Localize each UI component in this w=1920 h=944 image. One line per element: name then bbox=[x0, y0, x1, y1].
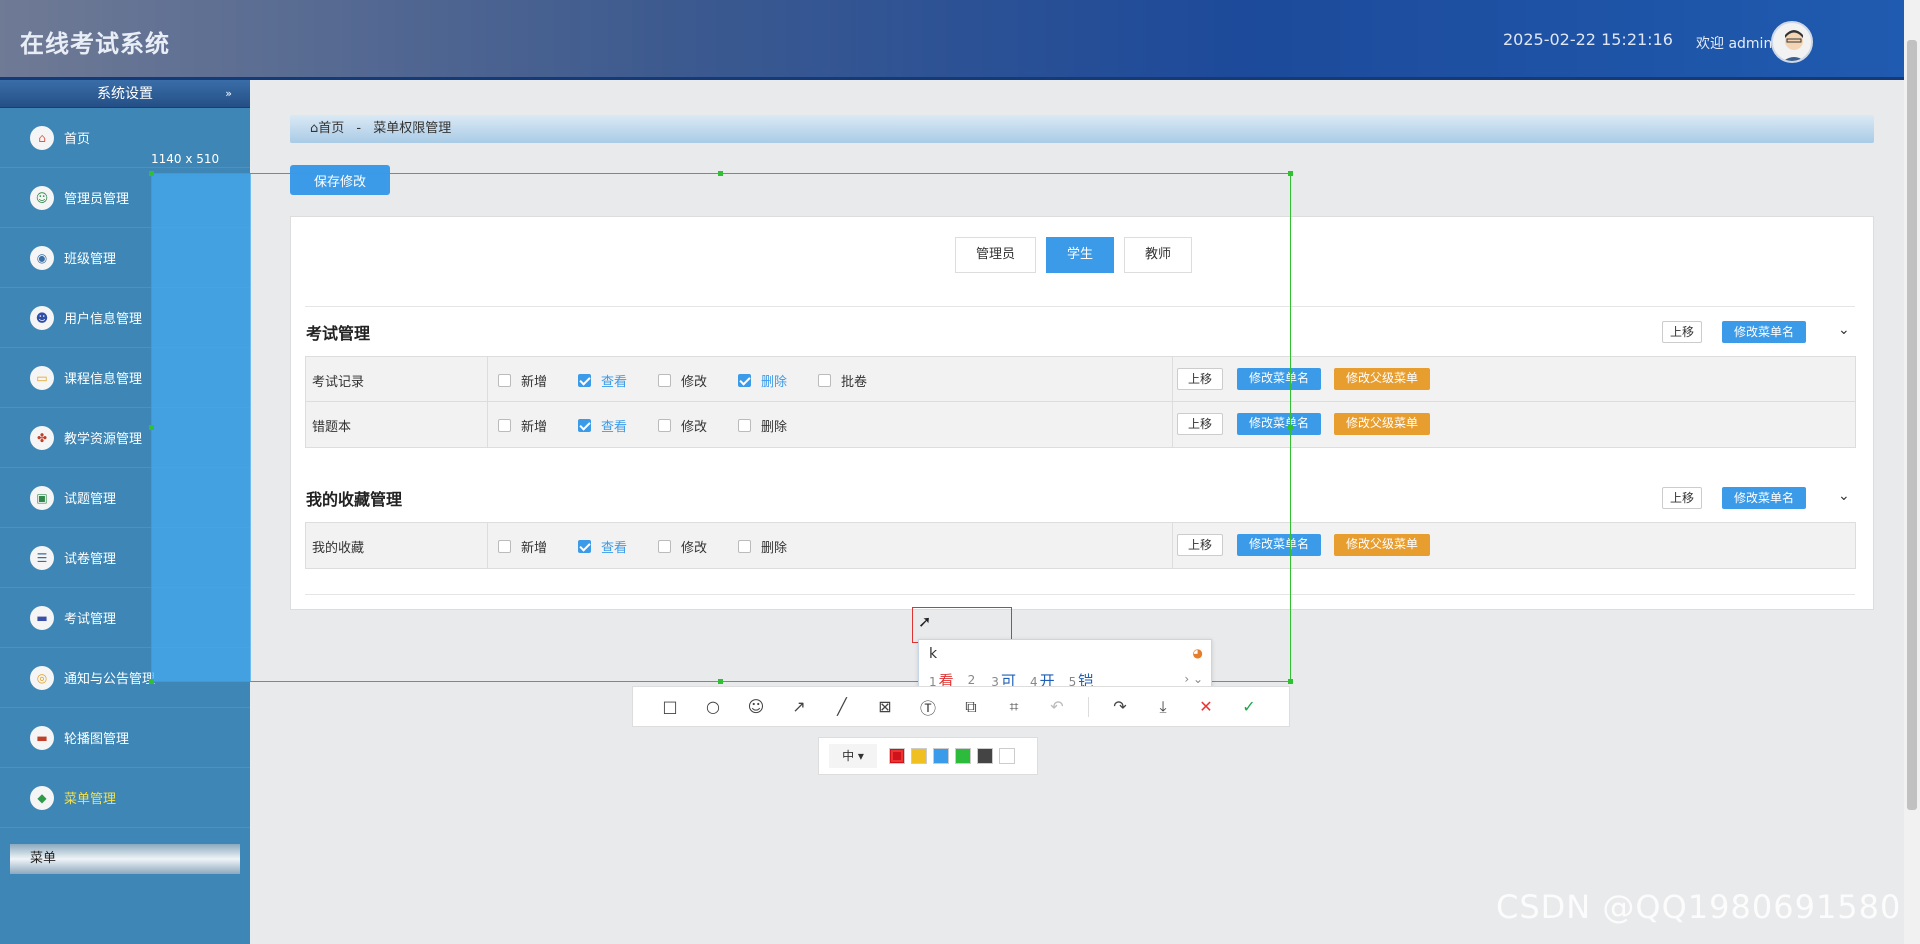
double-chevron-icon: » bbox=[225, 87, 232, 100]
chevron-down-icon[interactable]: ⌄ bbox=[1838, 322, 1850, 338]
toolbar-divider bbox=[1088, 696, 1089, 717]
change-parent-button[interactable]: 修改父级菜单 bbox=[1334, 413, 1430, 435]
sidebar-section-title: 系统设置 bbox=[97, 86, 153, 102]
app-title: 在线考试系统 bbox=[20, 30, 170, 58]
ocr-icon[interactable]: ⌗ bbox=[1002, 695, 1026, 719]
color-swatch-gray[interactable] bbox=[977, 748, 993, 764]
color-swatch-white[interactable] bbox=[999, 748, 1015, 764]
group-rename-button[interactable]: 修改菜单名 bbox=[1722, 321, 1806, 343]
confirm-icon[interactable]: ✓ bbox=[1237, 695, 1261, 719]
sidebar-bottom-menu[interactable]: 菜单 bbox=[10, 844, 240, 874]
sidebar-item-label: 菜单管理 bbox=[64, 792, 117, 807]
admin-icon: ☺ bbox=[30, 185, 54, 210]
pin-icon[interactable]: ⧉ bbox=[959, 695, 983, 719]
resize-handle[interactable] bbox=[149, 171, 154, 176]
user-icon: ☻ bbox=[30, 305, 54, 330]
vertical-scrollbar[interactable] bbox=[1904, 0, 1920, 944]
arrow-icon[interactable]: ↗ bbox=[787, 695, 811, 719]
rectangle-icon[interactable]: □ bbox=[658, 695, 682, 719]
sidebar-item-label: 试卷管理 bbox=[64, 552, 117, 567]
chevron-down-icon[interactable]: ⌄ bbox=[1838, 488, 1850, 504]
welcome-text: 欢迎 admin bbox=[1696, 36, 1773, 52]
ellipse-icon[interactable]: ○ bbox=[701, 695, 725, 719]
breadcrumb-current: 菜单权限管理 bbox=[373, 121, 452, 136]
color-swatch-green[interactable] bbox=[955, 748, 971, 764]
change-parent-button[interactable]: 修改父级菜单 bbox=[1334, 368, 1430, 390]
cancel-icon[interactable]: ✕ bbox=[1194, 695, 1218, 719]
top-header: 在线考试系统 2025-02-22 15:21:16 欢迎 admin bbox=[0, 0, 1904, 80]
sidebar-item-label: 教学资源管理 bbox=[64, 432, 143, 447]
ime-candidate-window: k ◕ 1看23可4开5铠 › ⌄ bbox=[918, 639, 1212, 693]
breadcrumb-home[interactable]: 首页 bbox=[318, 121, 344, 136]
ime-input: k bbox=[929, 646, 938, 662]
resize-handle[interactable] bbox=[718, 679, 723, 684]
sidebar-item-label: 通知与公告管理 bbox=[64, 672, 156, 687]
sidebar-item-label: 用户信息管理 bbox=[64, 312, 143, 327]
sidebar-item-label: 课程信息管理 bbox=[64, 372, 143, 387]
ime-candidate-number: 2 bbox=[967, 673, 976, 687]
class-icon: ◉ bbox=[30, 245, 54, 270]
avatar[interactable] bbox=[1771, 21, 1813, 63]
breadcrumb-separator: - bbox=[356, 121, 362, 136]
ime-logo-icon: ◕ bbox=[1192, 646, 1203, 660]
sidebar-item-label: 考试管理 bbox=[64, 612, 117, 627]
mosaic-icon[interactable]: ⊠ bbox=[873, 695, 897, 719]
text-icon[interactable]: Ⓣ bbox=[916, 695, 940, 719]
exam-icon: ▬ bbox=[30, 605, 54, 630]
resize-handle[interactable] bbox=[149, 679, 154, 684]
download-icon[interactable]: ⤓ bbox=[1151, 695, 1175, 719]
sidebar-item-10[interactable]: ▬ 轮播图管理 bbox=[0, 708, 250, 768]
menu-icon: ◆ bbox=[30, 785, 54, 810]
resource-icon: ✤ bbox=[30, 425, 54, 450]
sidebar-item-label: 首页 bbox=[64, 132, 91, 147]
group-move-up-button[interactable]: 上移 bbox=[1662, 321, 1702, 343]
change-parent-button[interactable]: 修改父级菜单 bbox=[1334, 534, 1430, 556]
sidebar-item-label: 轮播图管理 bbox=[64, 732, 130, 747]
breadcrumb: ⌂首页 - 菜单权限管理 bbox=[290, 115, 1874, 143]
sidebar-item-label: 试题管理 bbox=[64, 492, 117, 507]
resize-handle[interactable] bbox=[149, 425, 154, 430]
avatar-icon bbox=[1783, 30, 1805, 61]
resize-handle[interactable] bbox=[718, 171, 723, 176]
capture-toolbar: □ ○ ☺ ↗ ╱ ⊠ Ⓣ ⧉ ⌗ ↶ ↷ ⤓ ✕ ✓ bbox=[632, 686, 1290, 727]
scroll-thumb[interactable] bbox=[1907, 40, 1917, 810]
share-icon[interactable]: ↷ bbox=[1108, 695, 1132, 719]
color-swatch-blue[interactable] bbox=[933, 748, 949, 764]
selection-area[interactable] bbox=[151, 173, 1291, 682]
ime-next-page-icon[interactable]: › ⌄ bbox=[1184, 672, 1203, 686]
undo-icon[interactable]: ↶ bbox=[1045, 695, 1069, 719]
question-icon: ▣ bbox=[30, 485, 54, 510]
resize-handle[interactable] bbox=[1288, 171, 1293, 176]
resize-handle[interactable] bbox=[1288, 425, 1293, 430]
emoji-icon[interactable]: ☺ bbox=[744, 695, 768, 719]
group-move-up-button[interactable]: 上移 bbox=[1662, 487, 1702, 509]
mouse-pointer-icon: ➚ bbox=[918, 612, 932, 631]
datetime-display: 2025-02-22 15:21:16 bbox=[1503, 30, 1673, 49]
color-swatch-yellow[interactable] bbox=[911, 748, 927, 764]
sidebar-item-label: 班级管理 bbox=[64, 252, 117, 267]
notice-icon: ◎ bbox=[30, 665, 54, 690]
course-icon: ▭ bbox=[30, 365, 54, 390]
line-icon[interactable]: ╱ bbox=[830, 695, 854, 719]
color-swatch-red[interactable] bbox=[889, 748, 905, 764]
sidebar-item-11[interactable]: ◆ 菜单管理 bbox=[0, 768, 250, 828]
color-palette: 中 ▾ bbox=[818, 737, 1038, 775]
watermark: CSDN @QQ1980691580 bbox=[1496, 888, 1902, 926]
home-icon: ⌂ bbox=[30, 125, 54, 150]
font-size-select[interactable]: 中 ▾ bbox=[829, 744, 877, 768]
selection-size-label: 1140 x 510 bbox=[151, 152, 220, 166]
sidebar-item-label: 管理员管理 bbox=[64, 192, 130, 207]
sidebar-section-header[interactable]: 系统设置 » bbox=[0, 80, 250, 108]
group-rename-button[interactable]: 修改菜单名 bbox=[1722, 487, 1806, 509]
carousel-icon: ▬ bbox=[30, 725, 54, 750]
resize-handle[interactable] bbox=[1288, 679, 1293, 684]
paper-icon: ☰ bbox=[30, 545, 54, 570]
